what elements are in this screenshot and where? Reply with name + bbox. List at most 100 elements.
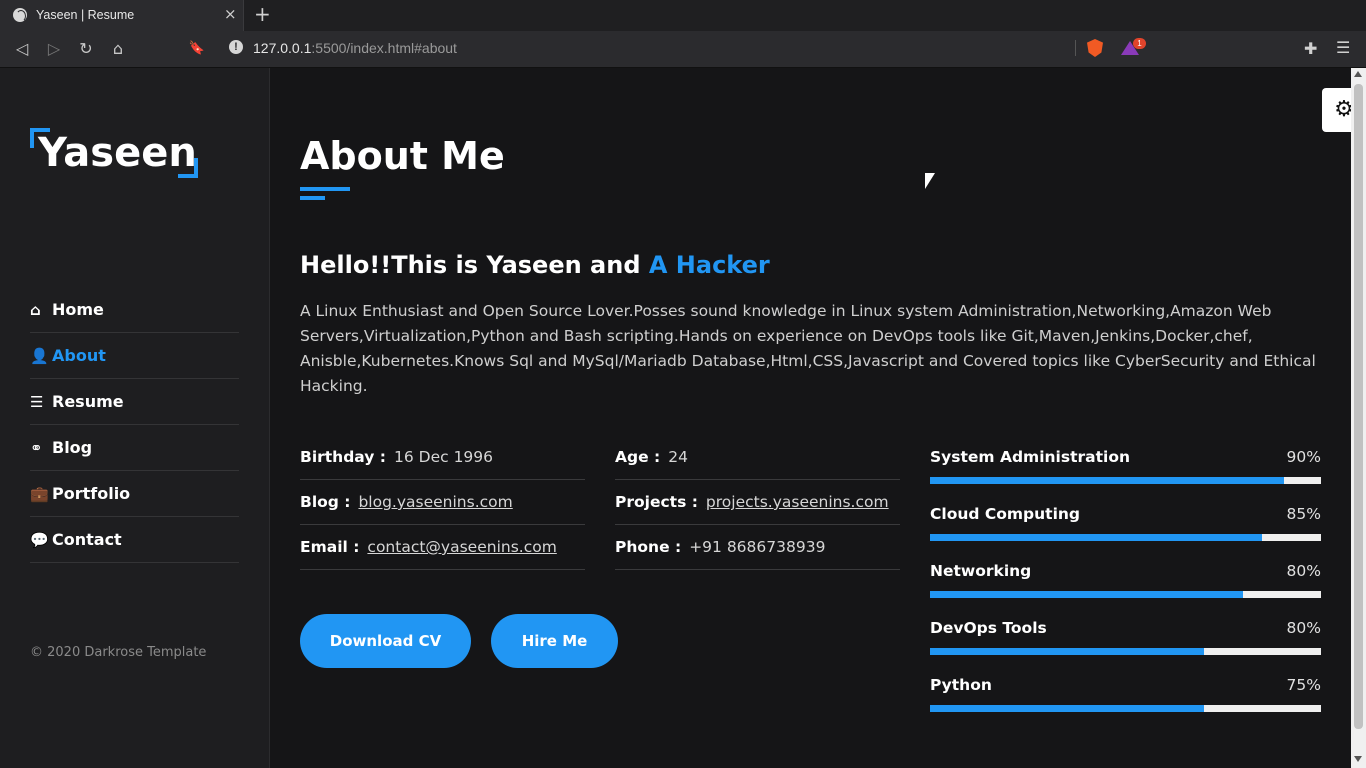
info-row-phone: Phone : +91 8686738939	[615, 525, 900, 570]
info-label: Age :	[615, 448, 661, 466]
new-tab-button[interactable]: +	[254, 4, 271, 24]
info-label: Blog :	[300, 493, 351, 511]
logo-text: Yaseen	[38, 130, 197, 176]
info-column-left: Birthday : 16 Dec 1996 Blog : blog.yasee…	[300, 435, 585, 570]
page-title: About Me	[300, 134, 505, 178]
skill-item: System Administration 90%	[930, 446, 1321, 503]
sidebar: Yaseen ⌂ Home 👤 About ☰ Resume ⚭ Blog 💼 …	[0, 68, 270, 768]
sidebar-nav: ⌂ Home 👤 About ☰ Resume ⚭ Blog 💼 Portfol…	[30, 287, 239, 563]
scrollbar[interactable]	[1351, 68, 1366, 768]
skill-percent: 90%	[1286, 448, 1321, 466]
skill-item: Python 75%	[930, 674, 1321, 731]
download-cv-button[interactable]: Download CV	[300, 614, 471, 668]
nav-label: About	[52, 346, 106, 365]
mouse-cursor	[925, 173, 935, 189]
list-icon: ☰	[30, 392, 44, 411]
nav-item-contact[interactable]: 💬 Contact	[30, 517, 239, 563]
nav-item-portfolio[interactable]: 💼 Portfolio	[30, 471, 239, 517]
chat-icon: 💬	[30, 530, 49, 549]
skill-name: DevOps Tools	[930, 619, 1047, 637]
nav-item-blog[interactable]: ⚭ Blog	[30, 425, 239, 471]
info-value: 16 Dec 1996	[394, 448, 494, 466]
nav-item-resume[interactable]: ☰ Resume	[30, 379, 239, 425]
info-label: Birthday :	[300, 448, 386, 466]
briefcase-icon: 💼	[30, 484, 49, 503]
nav-label: Blog	[52, 438, 93, 457]
tab-title: Yaseen | Resume	[36, 8, 135, 22]
title-underline	[300, 196, 325, 200]
home-icon[interactable]: ⌂	[108, 39, 128, 59]
title-underline	[300, 187, 350, 191]
nav-label: Contact	[52, 530, 122, 549]
skill-item: Networking 80%	[930, 560, 1321, 617]
skill-name: System Administration	[930, 448, 1131, 466]
scroll-up-arrow[interactable]	[1354, 71, 1362, 77]
info-row-age: Age : 24	[615, 435, 900, 480]
logo[interactable]: Yaseen	[30, 128, 200, 180]
skill-progress-fill	[930, 534, 1263, 541]
skill-progress-fill	[930, 705, 1204, 712]
skill-progress-fill	[930, 591, 1243, 598]
copyright: © 2020 Darkrose Template	[30, 645, 207, 660]
info-label: Email :	[300, 538, 360, 556]
skill-name: Cloud Computing	[930, 505, 1081, 523]
skill-item: Cloud Computing 85%	[930, 503, 1321, 560]
extensions-icon[interactable]: ✚	[1304, 39, 1317, 58]
email-link[interactable]: contact@yaseenins.com	[367, 538, 556, 556]
home-icon: ⌂	[30, 300, 41, 319]
hire-me-button[interactable]: Hire Me	[491, 614, 618, 668]
skill-percent: 80%	[1286, 619, 1321, 637]
nav-label: Portfolio	[52, 484, 131, 503]
about-section: About Me Hello!!This is Yaseen and A Hac…	[300, 68, 1321, 768]
skill-percent: 85%	[1286, 505, 1321, 523]
rewards-badge: 1	[1133, 38, 1146, 49]
scroll-thumb[interactable]	[1354, 84, 1363, 729]
skill-progress-fill	[930, 648, 1204, 655]
info-value: 24	[668, 448, 688, 466]
info-row-projects: Projects : projects.yaseenins.com	[615, 480, 900, 525]
browser-toolbar: ◁ ▷ ↻ ⌂ 🔖	[0, 31, 1366, 68]
info-row-email: Email : contact@yaseenins.com	[300, 525, 585, 570]
skill-item: DevOps Tools 80%	[930, 617, 1321, 674]
nav-item-home[interactable]: ⌂ Home	[30, 287, 239, 333]
info-label: Phone :	[615, 538, 682, 556]
bookmark-icon[interactable]: 🔖	[187, 39, 207, 59]
info-value: +91 8686738939	[689, 538, 826, 556]
intro-heading: Hello!!This is Yaseen and A Hacker	[300, 251, 770, 279]
info-column-right: Age : 24 Projects : projects.yaseenins.c…	[615, 435, 900, 570]
menu-icon[interactable]: ☰	[1336, 38, 1350, 57]
projects-link[interactable]: projects.yaseenins.com	[706, 493, 889, 511]
info-icon[interactable]: !	[229, 40, 243, 54]
skill-progress-fill	[930, 477, 1284, 484]
skill-progress-bar	[930, 477, 1321, 484]
globe-icon	[13, 8, 27, 22]
nav-item-about[interactable]: 👤 About	[30, 333, 239, 379]
page: Yaseen ⌂ Home 👤 About ☰ Resume ⚭ Blog 💼 …	[0, 68, 1366, 768]
skill-progress-bar	[930, 534, 1321, 541]
skill-percent: 75%	[1286, 676, 1321, 694]
intro-accent: A Hacker	[648, 251, 770, 279]
address-bar[interactable]: 127.0.0.1:5500/index.html#about	[253, 40, 457, 56]
bio-paragraph: A Linux Enthusiast and Open Source Lover…	[300, 302, 1316, 395]
tab-bar: Yaseen | Resume × +	[0, 0, 1366, 31]
tab-close-icon[interactable]: ×	[224, 6, 237, 22]
skill-progress-bar	[930, 705, 1321, 712]
info-label: Projects :	[615, 493, 698, 511]
user-icon: 👤	[30, 346, 49, 365]
nav-label: Home	[52, 300, 104, 319]
skill-name: Networking	[930, 562, 1032, 580]
forward-icon[interactable]: ▷	[44, 39, 64, 59]
skills-list: System Administration 90% Cloud Computin…	[930, 446, 1321, 731]
browser-tab[interactable]: Yaseen | Resume ×	[0, 0, 244, 31]
scroll-down-arrow[interactable]	[1354, 756, 1362, 762]
toolbar-divider	[1075, 40, 1076, 56]
blog-link[interactable]: blog.yaseenins.com	[358, 493, 512, 511]
skill-progress-bar	[930, 648, 1321, 655]
back-icon[interactable]: ◁	[12, 39, 32, 59]
nav-label: Resume	[52, 392, 124, 411]
skill-percent: 80%	[1286, 562, 1321, 580]
info-row-blog: Blog : blog.yaseenins.com	[300, 480, 585, 525]
skill-progress-bar	[930, 591, 1321, 598]
info-row-birthday: Birthday : 16 Dec 1996	[300, 435, 585, 480]
reload-icon[interactable]: ↻	[76, 39, 96, 59]
